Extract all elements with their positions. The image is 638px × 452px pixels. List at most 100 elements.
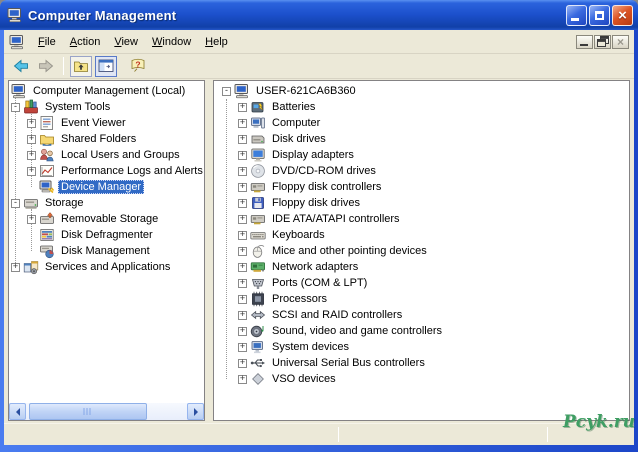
tree-item-computer[interactable]: +Computer (214, 115, 629, 131)
expand-toggle[interactable]: + (238, 231, 247, 240)
tree-item-sound-video-and-game-controllers[interactable]: +Sound, video and game controllers (214, 323, 629, 339)
expand-toggle[interactable]: + (238, 151, 247, 160)
expand-toggle[interactable]: + (238, 311, 247, 320)
console-icon (9, 34, 25, 50)
expand-toggle[interactable]: + (238, 103, 247, 112)
back-button[interactable] (10, 56, 32, 77)
expand-toggle[interactable]: + (238, 343, 247, 352)
expand-toggle[interactable]: + (238, 183, 247, 192)
mdi-restore-button[interactable] (594, 35, 611, 49)
show-hide-console-tree-button[interactable] (95, 56, 117, 77)
sound-icon (250, 323, 266, 339)
network-icon (250, 259, 266, 275)
usb-icon (250, 355, 266, 371)
tree-item-event-viewer[interactable]: + Event Viewer (9, 115, 204, 131)
expand-toggle[interactable]: + (238, 215, 247, 224)
tree-item-user-621ca6b360[interactable]: -USER-621CA6B360 (214, 83, 629, 99)
mdi-minimize-button[interactable] (576, 35, 593, 49)
expand-toggle[interactable]: + (238, 247, 247, 256)
tree-item-network-adapters[interactable]: +Network adapters (214, 259, 629, 275)
tree-item-label: IDE ATA/ATAPI controllers (269, 212, 403, 226)
up-one-level-button[interactable] (70, 56, 92, 77)
tree-item-batteries[interactable]: +Batteries (214, 99, 629, 115)
tree-item-disk-drives[interactable]: +Disk drives (214, 131, 629, 147)
tree-item-storage[interactable]: -Storage (9, 195, 204, 211)
collapse-toggle[interactable]: - (11, 103, 20, 112)
tree-item-disk-management[interactable]: Disk Management (9, 243, 204, 259)
tree-item-device-manager[interactable]: Device Manager (9, 179, 204, 195)
tree-item-universal-serial-bus-controllers[interactable]: +Universal Serial Bus controllers (214, 355, 629, 371)
minimize-button[interactable] (566, 5, 587, 26)
tree-item-computer-management-local[interactable]: Computer Management (Local) (9, 83, 204, 99)
expand-toggle[interactable]: + (27, 151, 36, 160)
scsi-icon (250, 307, 266, 323)
scroll-left-button[interactable] (9, 403, 26, 420)
expand-toggle[interactable]: + (238, 167, 247, 176)
mouse-icon (250, 243, 266, 259)
tree-item-label: Display adapters (269, 148, 357, 162)
horizontal-scrollbar[interactable] (9, 403, 204, 420)
maximize-button[interactable] (589, 5, 610, 26)
tree-item-ports-com-lpt[interactable]: +Ports (COM & LPT) (214, 275, 629, 291)
tree-item-scsi-and-raid-controllers[interactable]: +SCSI and RAID controllers (214, 307, 629, 323)
scroll-right-button[interactable] (187, 403, 204, 420)
expand-toggle[interactable]: + (238, 263, 247, 272)
expand-toggle[interactable]: + (238, 119, 247, 128)
tree-item-local-users-and-groups[interactable]: +Local Users and Groups (9, 147, 204, 163)
title-bar[interactable]: Computer Management × (0, 0, 638, 30)
collapse-toggle[interactable]: - (11, 199, 20, 208)
tree-item-mice-and-other-pointing-devices[interactable]: +Mice and other pointing devices (214, 243, 629, 259)
tree-item-floppy-disk-controllers[interactable]: +Floppy disk controllers (214, 179, 629, 195)
tree-item-disk-defragmenter[interactable]: Disk Defragmenter (9, 227, 204, 243)
close-button[interactable]: × (612, 5, 633, 26)
help-button[interactable]: ? (127, 56, 149, 77)
menu-help[interactable]: Help (198, 33, 235, 51)
tree-item-removable-storage[interactable]: +Removable Storage (9, 211, 204, 227)
menu-file[interactable]: File (31, 33, 63, 51)
scrollbar-track[interactable] (26, 403, 187, 420)
expand-toggle[interactable]: + (238, 135, 247, 144)
mdi-minimize-icon (580, 44, 588, 46)
window-icon (7, 7, 23, 23)
tree-item-performance-logs-and-alerts[interactable]: +Performance Logs and Alerts (9, 163, 204, 179)
expand-toggle[interactable]: + (238, 327, 247, 336)
expand-toggle[interactable]: + (238, 199, 247, 208)
close-icon: × (618, 8, 627, 23)
tree-item-ide-ata-atapi-controllers[interactable]: + IDE ATA/ATAPI controllers (214, 211, 629, 227)
tree-item-keyboards[interactable]: +Keyboards (214, 227, 629, 243)
expand-toggle[interactable]: + (11, 263, 20, 272)
tree-item-system-tools[interactable]: -System Tools (9, 99, 204, 115)
expand-toggle[interactable]: + (238, 279, 247, 288)
tree-item-vso-devices[interactable]: +VSO devices (214, 371, 629, 387)
status-divider (338, 427, 339, 442)
window-title: Computer Management (28, 8, 566, 23)
tree-item-display-adapters[interactable]: + Display adapters (214, 147, 629, 163)
expand-toggle[interactable]: + (27, 215, 36, 224)
expand-toggle[interactable]: + (27, 167, 36, 176)
tree-item-floppy-disk-drives[interactable]: +Floppy disk drives (214, 195, 629, 211)
tree-item-system-devices[interactable]: +System devices (214, 339, 629, 355)
tree-item-shared-folders[interactable]: + Shared Folders (9, 131, 204, 147)
scrollbar-thumb[interactable] (29, 403, 147, 420)
storage-icon (23, 195, 39, 211)
tree-item-label: Event Viewer (58, 116, 129, 130)
expand-toggle[interactable]: + (238, 295, 247, 304)
menu-action[interactable]: Action (63, 33, 108, 51)
expand-toggle[interactable]: + (27, 119, 36, 128)
menu-window[interactable]: Window (145, 33, 198, 51)
menu-view[interactable]: View (107, 33, 145, 51)
tree-item-dvd-cd-rom-drives[interactable]: +DVD/CD-ROM drives (214, 163, 629, 179)
collapse-toggle[interactable]: - (222, 87, 231, 96)
scrollbar-grip (84, 408, 93, 415)
minimize-icon (571, 18, 579, 21)
tree-item-services-and-applications[interactable]: +Services and Applications (9, 259, 204, 275)
expand-toggle[interactable]: + (238, 375, 247, 384)
console-tree: Computer Management (Local)-System Tools… (9, 81, 204, 275)
expand-toggle[interactable]: + (27, 135, 36, 144)
tree-item-label: Shared Folders (58, 132, 139, 146)
ports-icon (250, 275, 266, 291)
expand-toggle[interactable]: + (238, 359, 247, 368)
keyboard-icon (250, 227, 266, 243)
tree-item-processors[interactable]: +Processors (214, 291, 629, 307)
services-icon (23, 259, 39, 275)
